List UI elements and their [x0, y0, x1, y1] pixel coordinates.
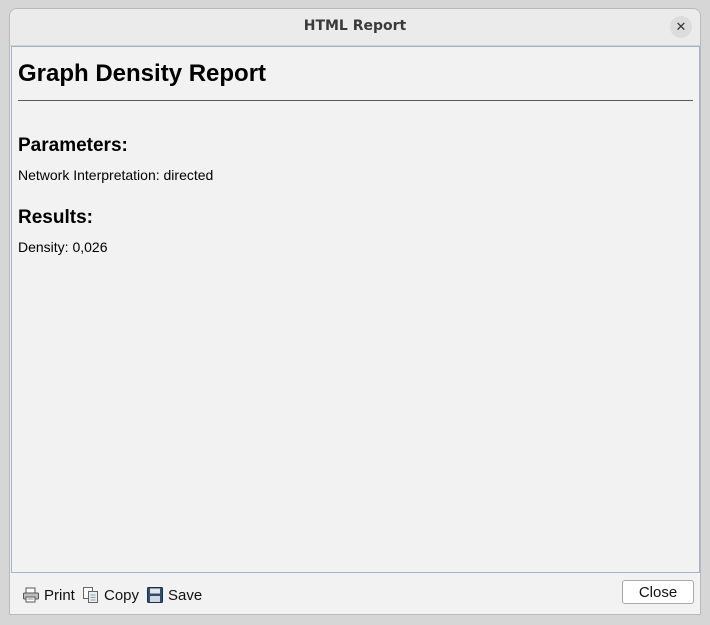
close-button[interactable]: Close	[622, 580, 694, 604]
printer-icon	[22, 586, 40, 604]
results-heading: Results:	[18, 207, 93, 228]
copy-button[interactable]: Copy	[82, 585, 139, 605]
parameters-heading: Parameters:	[18, 135, 128, 156]
report-content-pane[interactable]: Graph Density Report Parameters: Network…	[11, 46, 700, 573]
title-bar[interactable]: HTML Report ✕	[10, 9, 700, 46]
window-title: HTML Report	[303, 18, 407, 34]
copy-label: Copy	[104, 586, 140, 604]
heading-divider	[18, 100, 693, 101]
report-body: Graph Density Report Parameters: Network…	[18, 59, 693, 256]
close-icon: ✕	[675, 19, 687, 35]
copy-icon	[82, 586, 100, 604]
parameters-value: Network Interpretation: directed	[18, 167, 214, 183]
report-heading: Graph Density Report	[18, 60, 267, 87]
save-label: Save	[168, 586, 203, 604]
print-button[interactable]: Print	[22, 585, 75, 605]
footer-toolbar: Print Copy Save Close	[10, 573, 700, 614]
floppy-disk-icon	[146, 586, 164, 604]
save-button[interactable]: Save	[146, 585, 202, 605]
print-label: Print	[44, 586, 75, 604]
results-value: Density: 0,026	[18, 239, 108, 255]
window-close-button[interactable]: ✕	[670, 16, 692, 38]
report-window: HTML Report ✕ Graph Density Report Param…	[9, 8, 701, 615]
